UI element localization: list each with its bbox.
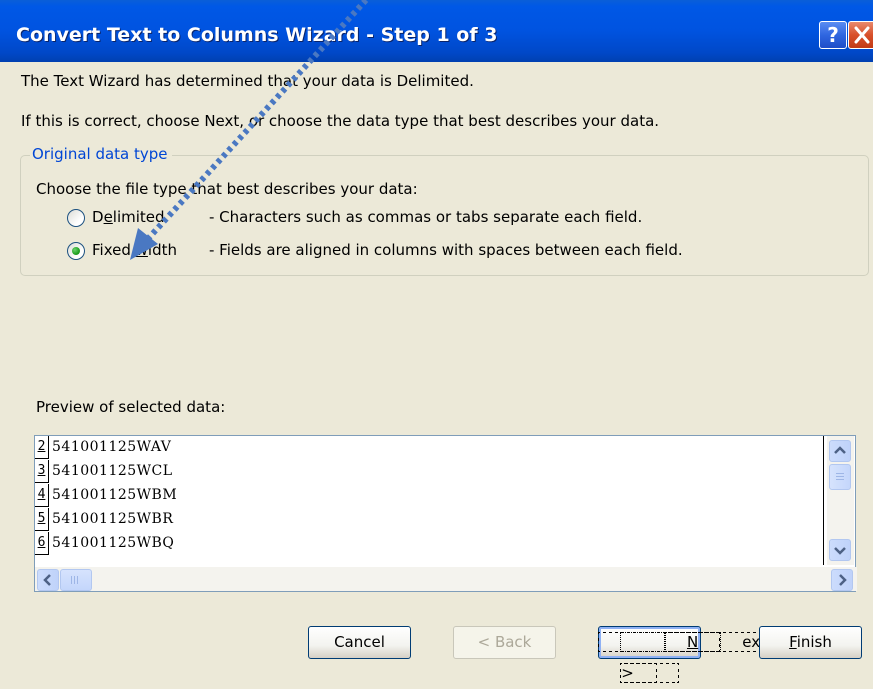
window-title: Convert Text to Columns Wizard - Step 1 … — [16, 24, 498, 46]
finish-button[interactable]: Finish — [759, 626, 862, 659]
chevron-up-icon — [834, 446, 846, 454]
row-data: 541001125WAV — [52, 439, 172, 455]
fixed-width-label[interactable]: Fixed width — [92, 241, 177, 259]
help-icon: ? — [827, 23, 839, 47]
delimited-label[interactable]: Delimited — [92, 208, 165, 226]
scroll-right-button[interactable] — [831, 569, 853, 591]
help-button[interactable]: ? — [819, 21, 847, 49]
vertical-scrollbar[interactable] — [827, 436, 854, 565]
scroll-up-button[interactable] — [829, 440, 851, 462]
preview-rows: 2 541001125WAV 3 541001125WCL 4 54100112… — [35, 436, 824, 565]
data-preview[interactable]: 2 541001125WAV 3 541001125WCL 4 54100112… — [34, 435, 857, 592]
row-number: 4 — [35, 484, 49, 507]
group-legend: Original data type — [30, 145, 172, 163]
row-data: 541001125WBR — [52, 511, 174, 527]
preview-row: 6 541001125WBQ — [35, 532, 823, 556]
delimited-description: - Characters such as commas or tabs sepa… — [209, 208, 643, 226]
preview-label: Preview of selected data: — [36, 398, 226, 416]
chevron-left-icon — [43, 574, 51, 586]
wizard-window: Convert Text to Columns Wizard - Step 1 … — [0, 0, 873, 683]
title-bar[interactable]: Convert Text to Columns Wizard - Step 1 … — [0, 0, 873, 62]
row-number: 3 — [35, 460, 49, 483]
next-button-label: Next > — [598, 632, 767, 683]
row-data: 541001125WCL — [52, 463, 173, 479]
finish-button-label: Finish — [789, 633, 832, 651]
preview-row: 2 541001125WAV — [35, 436, 823, 460]
preview-row: 4 541001125WBM — [35, 484, 823, 508]
row-number: 2 — [35, 436, 49, 459]
close-button[interactable] — [848, 21, 873, 49]
preview-row: 3 541001125WCL — [35, 460, 823, 484]
preview-row: 5 541001125WBR — [35, 508, 823, 532]
horizontal-scrollbar[interactable] — [35, 567, 857, 591]
row-data: 541001125WBQ — [52, 535, 175, 551]
scroll-left-button[interactable] — [37, 569, 59, 591]
next-button[interactable]: Next > — [598, 626, 767, 683]
close-icon — [854, 26, 870, 44]
file-type-prompt: Choose the file type that best describes… — [36, 180, 418, 198]
vertical-scroll-thumb[interactable] — [829, 464, 851, 490]
fixed-width-radio[interactable] — [67, 242, 85, 260]
intro-line-1: The Text Wizard has determined that your… — [21, 72, 474, 90]
delimited-radio[interactable] — [67, 209, 85, 227]
row-number: 5 — [35, 508, 49, 531]
back-button[interactable]: < Back — [453, 626, 556, 659]
row-number: 6 — [35, 532, 49, 555]
cancel-button[interactable]: Cancel — [308, 626, 411, 659]
scroll-down-button[interactable] — [829, 539, 851, 561]
chevron-right-icon — [839, 574, 847, 586]
fixed-width-description: - Fields are aligned in columns with spa… — [209, 241, 683, 259]
row-data: 541001125WBM — [52, 487, 178, 503]
horizontal-scroll-thumb[interactable] — [60, 569, 92, 591]
intro-line-2: If this is correct, choose Next, or choo… — [21, 112, 660, 130]
chevron-down-icon — [834, 547, 846, 555]
